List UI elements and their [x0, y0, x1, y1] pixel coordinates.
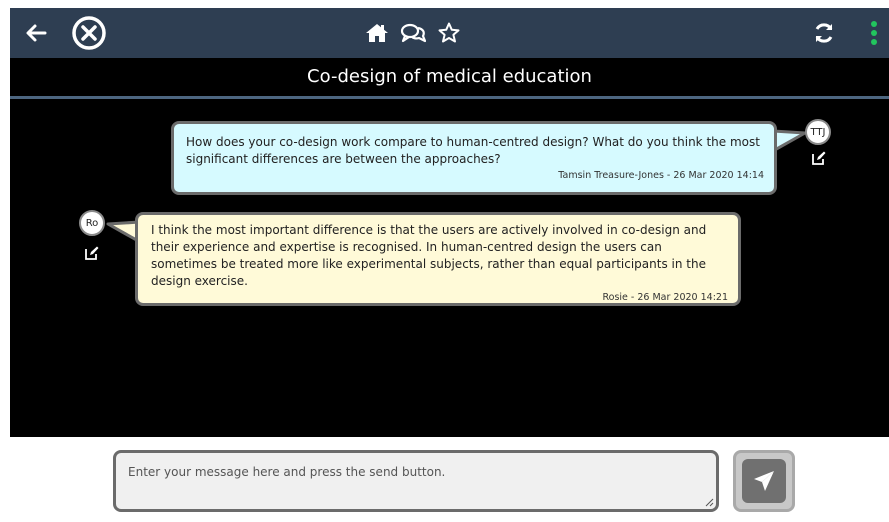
- avatar: TTJ: [805, 119, 831, 145]
- chat-app: Co-design of medical education How does …: [0, 0, 889, 522]
- star-icon[interactable]: [435, 19, 463, 47]
- message-bubble: I think the most important difference is…: [135, 212, 741, 306]
- home-icon[interactable]: [363, 20, 391, 46]
- message-input[interactable]: [113, 450, 719, 512]
- edit-icon[interactable]: [812, 151, 826, 165]
- edit-icon[interactable]: [85, 246, 99, 260]
- message-composer: [113, 450, 719, 512]
- message-text: I think the most important difference is…: [151, 223, 707, 288]
- message-list[interactable]: How does your co-design work compare to …: [10, 99, 889, 437]
- page-title-bar: Co-design of medical education: [10, 58, 889, 96]
- message-bubble: How does your co-design work compare to …: [171, 121, 777, 195]
- discussion-icon[interactable]: [399, 20, 427, 46]
- back-arrow-icon[interactable]: [22, 19, 50, 47]
- resize-grip-icon[interactable]: [704, 497, 714, 507]
- refresh-icon[interactable]: [810, 19, 838, 47]
- avatar: Ro: [79, 210, 105, 236]
- send-button[interactable]: [733, 450, 795, 512]
- message-text: How does your co-design work compare to …: [186, 135, 760, 166]
- top-toolbar: [10, 8, 889, 58]
- message-meta: Rosie - 26 Mar 2020 14:21: [602, 292, 728, 303]
- paper-plane-icon: [742, 459, 786, 503]
- message-meta: Tamsin Treasure-Jones - 26 Mar 2020 14:1…: [558, 170, 764, 181]
- close-circle-icon[interactable]: [70, 14, 108, 52]
- page-title: Co-design of medical education: [307, 66, 592, 87]
- bubble-tail: [773, 129, 807, 153]
- more-vertical-icon[interactable]: [866, 18, 882, 48]
